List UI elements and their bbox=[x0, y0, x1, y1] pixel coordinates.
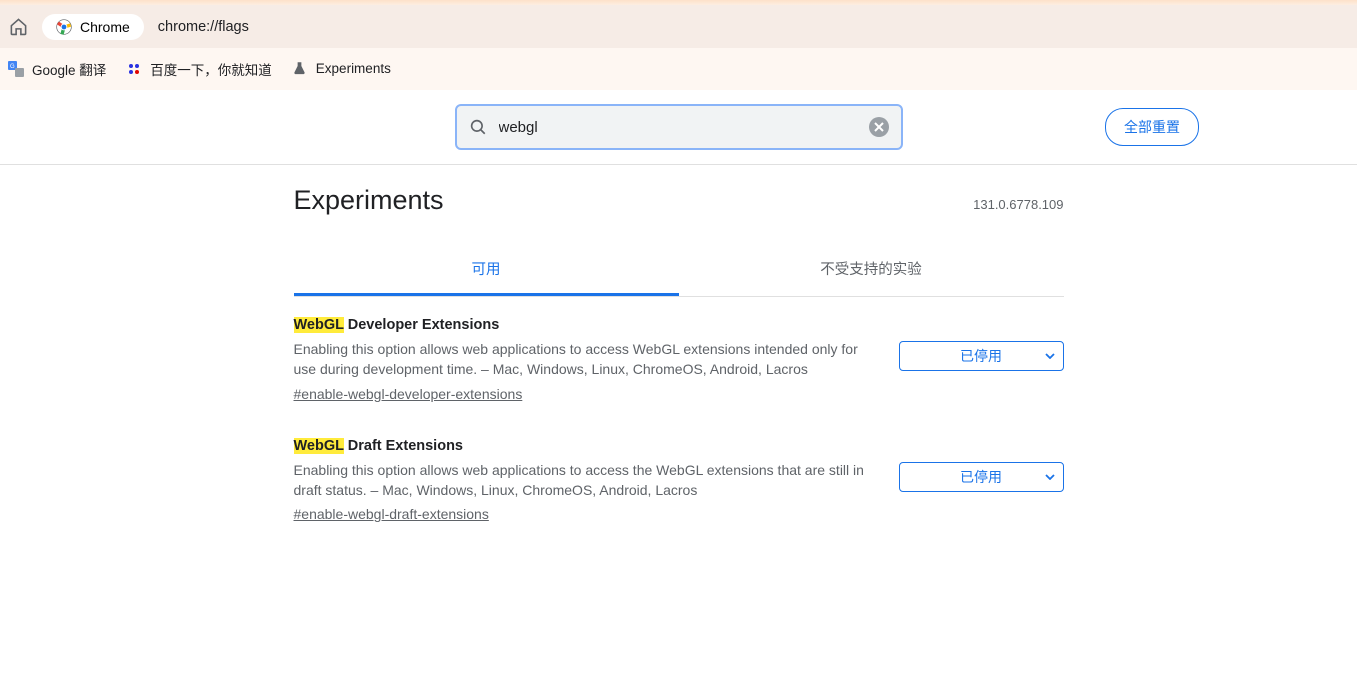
home-icon bbox=[9, 17, 28, 36]
bookmarks-bar: G Google 翻译 百度一下，你就知道 Experiments bbox=[0, 48, 1357, 90]
bookmark-label: 百度一下，你就知道 bbox=[150, 59, 272, 79]
tab-unavailable[interactable]: 不受支持的实验 bbox=[679, 244, 1064, 296]
version-text: 131.0.6778.109 bbox=[973, 197, 1063, 212]
bookmark-label: Experiments bbox=[316, 61, 391, 76]
reset-all-button[interactable]: 全部重置 bbox=[1105, 108, 1199, 146]
chevron-down-icon bbox=[1045, 474, 1055, 480]
flag-dropdown[interactable]: 已停用 bbox=[899, 462, 1064, 492]
site-info-chip[interactable]: Chrome bbox=[42, 14, 144, 40]
bookmark-label: Google 翻译 bbox=[32, 59, 106, 79]
tab-available[interactable]: 可用 bbox=[294, 244, 679, 296]
flag-dropdown[interactable]: 已停用 bbox=[899, 341, 1064, 371]
chevron-down-icon bbox=[1045, 353, 1055, 359]
flag-description: Enabling this option allows web applicat… bbox=[294, 339, 869, 380]
page-content: 全部重置 Experiments 131.0.6778.109 可用 不受支持的… bbox=[0, 90, 1357, 524]
flag-anchor-link[interactable]: #enable-webgl-draft-extensions bbox=[294, 506, 489, 522]
flag-text: WebGL Developer Extensions Enabling this… bbox=[294, 317, 869, 404]
flag-item: WebGL Developer Extensions Enabling this… bbox=[294, 297, 1064, 404]
bookmark-experiments[interactable]: Experiments bbox=[292, 61, 391, 77]
flag-item: WebGL Draft Extensions Enabling this opt… bbox=[294, 404, 1064, 525]
header-row: Experiments 131.0.6778.109 bbox=[294, 185, 1064, 216]
dropdown-value: 已停用 bbox=[960, 346, 1002, 366]
highlight: WebGL bbox=[294, 317, 344, 333]
flag-title: WebGL Draft Extensions bbox=[294, 438, 869, 454]
url-text[interactable]: chrome://flags bbox=[158, 19, 249, 35]
chrome-label: Chrome bbox=[80, 19, 130, 35]
highlight: WebGL bbox=[294, 438, 344, 454]
flag-text: WebGL Draft Extensions Enabling this opt… bbox=[294, 438, 869, 525]
search-input[interactable] bbox=[499, 119, 857, 136]
baidu-icon bbox=[126, 61, 142, 77]
translate-icon: G bbox=[8, 61, 24, 77]
search-row: 全部重置 bbox=[0, 90, 1357, 165]
close-icon bbox=[874, 122, 884, 132]
address-bar: Chrome chrome://flags bbox=[0, 5, 1357, 48]
dropdown-value: 已停用 bbox=[960, 467, 1002, 487]
search-icon bbox=[469, 118, 487, 136]
clear-search-button[interactable] bbox=[869, 117, 889, 137]
flag-title: WebGL Developer Extensions bbox=[294, 317, 869, 333]
main: Experiments 131.0.6778.109 可用 不受支持的实验 We… bbox=[294, 165, 1064, 524]
chrome-icon bbox=[56, 19, 72, 35]
flag-anchor-link[interactable]: #enable-webgl-developer-extensions bbox=[294, 386, 523, 402]
home-button[interactable] bbox=[8, 17, 28, 37]
flag-description: Enabling this option allows web applicat… bbox=[294, 460, 869, 501]
flask-icon bbox=[292, 61, 308, 77]
page-title: Experiments bbox=[294, 185, 444, 216]
bookmark-google-translate[interactable]: G Google 翻译 bbox=[8, 59, 106, 79]
tabs: 可用 不受支持的实验 bbox=[294, 244, 1064, 297]
bookmark-baidu[interactable]: 百度一下，你就知道 bbox=[126, 59, 272, 79]
search-box[interactable] bbox=[455, 104, 903, 150]
svg-text:G: G bbox=[10, 64, 15, 70]
